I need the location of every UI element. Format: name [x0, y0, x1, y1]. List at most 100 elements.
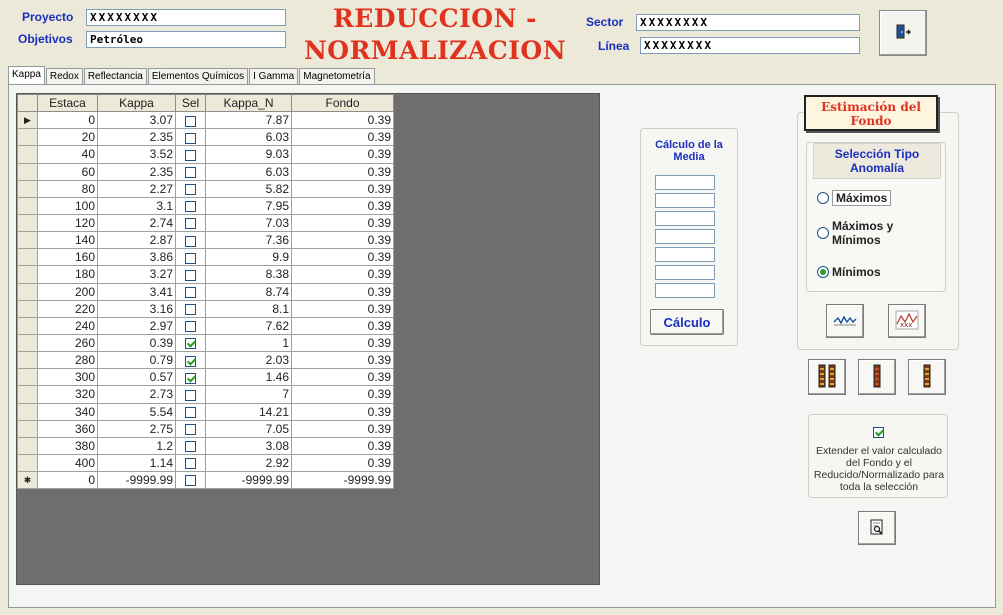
sel-checkbox[interactable] [185, 218, 196, 230]
row-selector[interactable] [17, 248, 38, 267]
sel-checkbox[interactable] [185, 286, 196, 298]
table-row[interactable]: 100 3.1 7.95 0.39 [17, 196, 394, 215]
cell-kappa[interactable]: 3.1 [97, 196, 176, 215]
cell-kappa-n[interactable]: 9.9 [205, 248, 292, 267]
cell-fondo[interactable]: 0.39 [291, 402, 394, 421]
cell-kappa[interactable]: 0.57 [97, 368, 176, 387]
cell-fondo[interactable]: -9999.99 [291, 471, 394, 490]
col-header-fondo[interactable]: Fondo [291, 93, 394, 113]
cell-estaca[interactable]: 140 [37, 231, 98, 250]
cell-kappa[interactable]: 3.07 [97, 111, 176, 130]
cell-sel[interactable] [175, 419, 206, 438]
linea-field[interactable]: XXXXXXXX [640, 37, 860, 54]
sel-checkbox[interactable] [185, 252, 196, 264]
table-row[interactable]: 40 3.52 9.03 0.39 [17, 145, 394, 164]
cell-fondo[interactable]: 0.39 [291, 419, 394, 438]
cell-kappa[interactable]: 2.74 [97, 213, 176, 233]
cell-kappa[interactable]: 3.41 [97, 282, 176, 301]
cell-fondo[interactable]: 0.39 [291, 145, 394, 164]
row-selector[interactable] [17, 145, 38, 164]
cell-kappa-n[interactable]: 8.74 [205, 282, 292, 301]
cell-sel[interactable] [175, 128, 206, 147]
cell-sel[interactable] [175, 471, 206, 490]
row-selector[interactable] [17, 299, 38, 318]
cell-estaca[interactable]: 320 [37, 385, 98, 404]
sel-checkbox[interactable] [185, 355, 196, 367]
table-row[interactable]: 160 3.86 9.9 0.39 [17, 248, 394, 267]
cell-fondo[interactable]: 0.39 [291, 453, 394, 473]
row-selector[interactable] [17, 351, 38, 370]
sel-checkbox[interactable] [185, 321, 196, 333]
cell-kappa-n[interactable]: 8.1 [205, 299, 292, 318]
media-input[interactable] [655, 175, 715, 190]
cell-sel[interactable] [175, 282, 206, 301]
sel-checkbox[interactable] [185, 166, 196, 178]
sel-checkbox[interactable] [185, 424, 196, 436]
cell-kappa-n[interactable]: 7.36 [205, 231, 292, 250]
cell-kappa-n[interactable]: 14.21 [205, 402, 292, 421]
right-column-button[interactable] [908, 359, 946, 395]
cell-sel[interactable] [175, 316, 206, 335]
sel-checkbox[interactable] [185, 115, 196, 127]
cell-fondo[interactable]: 0.39 [291, 265, 394, 284]
radio-maximos-minimos[interactable]: Máximos y Mínimos [817, 219, 937, 247]
cell-estaca[interactable]: 60 [37, 162, 98, 181]
cell-fondo[interactable]: 0.39 [291, 316, 394, 335]
cell-sel[interactable] [175, 299, 206, 318]
tab-igamma[interactable]: I Gamma [249, 68, 299, 84]
col-header-kappa-n[interactable]: Kappa_N [205, 93, 292, 113]
sel-checkbox[interactable] [185, 372, 196, 384]
table-row[interactable]: 360 2.75 7.05 0.39 [17, 419, 394, 438]
radio-minimos[interactable]: Mínimos [817, 265, 881, 279]
row-selector[interactable] [17, 162, 38, 181]
row-selector[interactable]: ▶ [17, 111, 38, 130]
cell-fondo[interactable]: 0.39 [291, 299, 394, 318]
cell-sel[interactable] [175, 333, 206, 353]
media-input[interactable] [655, 283, 715, 298]
cell-kappa[interactable]: 1.14 [97, 453, 176, 473]
row-selector[interactable] [17, 196, 38, 215]
cell-kappa-n[interactable]: 9.03 [205, 145, 292, 164]
row-selector[interactable] [17, 436, 38, 455]
cell-kappa[interactable]: 5.54 [97, 402, 176, 421]
cell-sel[interactable] [175, 368, 206, 387]
cell-fondo[interactable]: 0.39 [291, 213, 394, 233]
cell-fondo[interactable]: 0.39 [291, 351, 394, 370]
cell-kappa-n[interactable]: 6.03 [205, 162, 292, 181]
cell-estaca[interactable]: 340 [37, 402, 98, 421]
cell-kappa[interactable]: 2.35 [97, 128, 176, 147]
radio-maximos-minimos-dot[interactable] [817, 227, 829, 239]
table-row[interactable]: 60 2.35 6.03 0.39 [17, 162, 394, 181]
multi-column-button[interactable] [808, 359, 846, 395]
radio-maximos[interactable]: Máximos [817, 190, 892, 206]
cell-fondo[interactable]: 0.39 [291, 179, 394, 198]
table-row[interactable]: ✱ 0 -9999.99 -9999.99 -9999.99 [17, 471, 394, 490]
cell-fondo[interactable]: 0.39 [291, 231, 394, 250]
cell-sel[interactable] [175, 351, 206, 370]
sel-checkbox[interactable] [185, 201, 196, 213]
cell-fondo[interactable]: 0.39 [291, 162, 394, 181]
row-selector[interactable] [17, 368, 38, 387]
cell-kappa-n[interactable]: 7.62 [205, 316, 292, 335]
cell-kappa[interactable]: -9999.99 [97, 471, 176, 490]
media-input[interactable] [655, 229, 715, 244]
cell-kappa-n[interactable]: 3.08 [205, 436, 292, 455]
calculo-button[interactable]: Cálculo [650, 309, 724, 335]
cell-estaca[interactable]: 40 [37, 145, 98, 164]
col-header-kappa[interactable]: Kappa [97, 93, 176, 113]
sector-field[interactable]: XXXXXXXX [636, 14, 860, 31]
cell-sel[interactable] [175, 385, 206, 404]
cell-sel[interactable] [175, 111, 206, 130]
cell-kappa-n[interactable]: 1.46 [205, 368, 292, 387]
cell-sel[interactable] [175, 402, 206, 421]
cell-kappa-n[interactable]: 7.87 [205, 111, 292, 130]
cell-kappa[interactable]: 2.27 [97, 179, 176, 198]
table-row[interactable]: 240 2.97 7.62 0.39 [17, 316, 394, 335]
cell-kappa-n[interactable]: 7.05 [205, 419, 292, 438]
cell-kappa-n[interactable]: 6.03 [205, 128, 292, 147]
sel-checkbox[interactable] [185, 338, 196, 350]
cell-estaca[interactable]: 280 [37, 351, 98, 370]
table-row[interactable]: 320 2.73 7 0.39 [17, 385, 394, 404]
cell-kappa-n[interactable]: 1 [205, 333, 292, 353]
cell-fondo[interactable]: 0.39 [291, 333, 394, 353]
